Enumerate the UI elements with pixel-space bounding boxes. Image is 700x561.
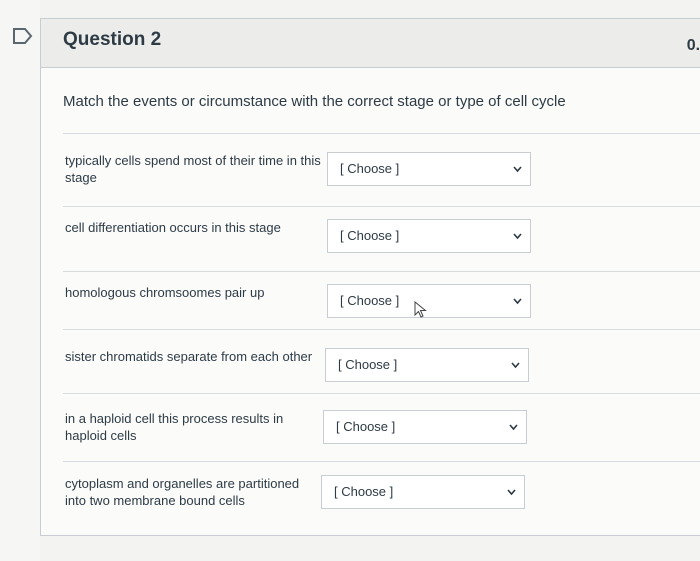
divider xyxy=(63,393,700,394)
select-value: [ Choose ] xyxy=(340,161,400,176)
chevron-down-icon xyxy=(513,298,522,305)
choose-select[interactable]: [ Choose ] xyxy=(321,475,525,509)
choose-select[interactable]: [ Choose ] xyxy=(325,348,529,382)
match-row: homologous chromsoomes pair up [ Choose … xyxy=(65,284,685,330)
question-title: Question 2 xyxy=(63,29,162,50)
divider xyxy=(63,329,700,330)
question-prompt: Match the events or circumstance with th… xyxy=(63,93,566,110)
chevron-down-icon xyxy=(511,362,520,369)
select-value: [ Choose ] xyxy=(334,484,394,499)
chevron-down-icon xyxy=(513,166,522,173)
question-header: Question 2 0.6 xyxy=(41,19,700,68)
divider xyxy=(63,133,700,134)
choose-select[interactable]: [ Choose ] xyxy=(323,410,527,444)
divider xyxy=(63,206,700,207)
match-label: sister chromatids separate from each oth… xyxy=(65,349,313,364)
flag-icon[interactable] xyxy=(12,26,34,46)
match-row: cell differentiation occurs in this stag… xyxy=(65,219,685,265)
match-label: typically cells spend most of their time… xyxy=(65,153,321,185)
select-value: [ Choose ] xyxy=(338,357,398,372)
divider xyxy=(63,461,700,462)
chevron-down-icon xyxy=(509,424,518,431)
select-value: [ Choose ] xyxy=(340,293,400,308)
left-gutter xyxy=(0,0,40,561)
match-row: typically cells spend most of their time… xyxy=(65,152,685,198)
select-value: [ Choose ] xyxy=(340,228,400,243)
match-label: homologous chromsoomes pair up xyxy=(65,285,265,300)
choose-select[interactable]: [ Choose ] xyxy=(327,152,531,186)
match-row: cytoplasm and organelles are partitioned… xyxy=(65,475,685,521)
match-row: sister chromatids separate from each oth… xyxy=(65,348,685,394)
choose-select[interactable]: [ Choose ] xyxy=(327,219,531,253)
chevron-down-icon xyxy=(507,489,516,496)
question-card: Question 2 0.6 Match the events or circu… xyxy=(40,18,700,536)
match-label: cell differentiation occurs in this stag… xyxy=(65,220,281,235)
chevron-down-icon xyxy=(513,233,522,240)
match-label: cytoplasm and organelles are partitioned… xyxy=(65,476,300,508)
mouse-pointer-icon xyxy=(414,301,427,318)
match-label: in a haploid cell this process results i… xyxy=(65,411,284,443)
select-value: [ Choose ] xyxy=(336,419,396,434)
divider xyxy=(63,271,700,272)
match-row: in a haploid cell this process results i… xyxy=(65,410,685,456)
choose-select[interactable]: [ Choose ] xyxy=(327,284,531,318)
question-points: 0.6 xyxy=(686,37,700,54)
